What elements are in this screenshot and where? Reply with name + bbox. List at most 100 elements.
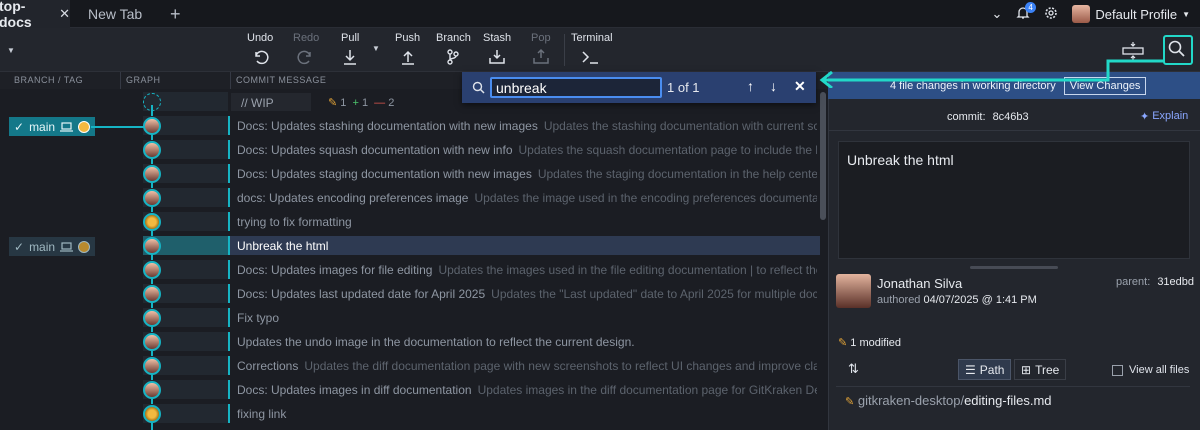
commit-message-header[interactable]: COMMIT MESSAGE (236, 75, 326, 85)
chevron-down-icon[interactable]: ⌄ (992, 6, 1003, 22)
graph-header[interactable]: GRAPH (126, 75, 161, 85)
commit-message-box[interactable]: Unbreak the html (838, 141, 1190, 259)
close-icon[interactable]: ✕ (59, 6, 70, 22)
commit-summary: Docs: Updates staging documentation with… (237, 167, 532, 181)
branch-connector (91, 126, 144, 128)
commit-node-avatar[interactable] (143, 333, 161, 351)
arrow-down-icon[interactable]: ↓ (770, 78, 777, 94)
undo-button[interactable]: Undo (247, 32, 273, 66)
commit-row[interactable]: Corrections Updates the diff documentatio… (0, 354, 820, 378)
commit-sha-line: commit: 8c46b3 (947, 111, 1029, 123)
commit-row[interactable]: Unbreak the html (0, 234, 820, 258)
laptop-icon (60, 241, 74, 252)
view-all-files[interactable]: View all files (1112, 364, 1189, 376)
column-divider[interactable] (230, 72, 231, 89)
commit-summary: Unbreak the html (237, 239, 329, 253)
check-icon: ✓ (14, 119, 25, 134)
commit-row[interactable]: trying to fix formatting (0, 210, 820, 234)
commit-row[interactable]: fixing link (0, 402, 820, 426)
commit-row[interactable]: Docs: Updates squash documentation with … (0, 138, 820, 162)
sparkle-icon: ✦ (1140, 111, 1150, 123)
branch-icon (447, 49, 460, 65)
tab-new-tab[interactable]: New Tab (88, 0, 142, 28)
branch-tag-main-remote[interactable]: ✓ main (9, 237, 96, 256)
gear-icon[interactable] (1044, 6, 1058, 23)
redo-button[interactable]: Redo (293, 32, 319, 66)
commit-summary: Docs: Updates squash documentation with … (237, 143, 513, 157)
add-tab-icon[interactable]: + (170, 0, 181, 28)
branch-tag-header[interactable]: BRANCH / TAG (14, 75, 83, 85)
caret-down-icon[interactable]: ▼ (7, 46, 15, 55)
commit-message: docs: Updates encoding preferences image… (237, 191, 817, 205)
remote-avatar-icon (78, 240, 91, 253)
terminal-button[interactable]: Terminal (571, 32, 613, 66)
bell-icon[interactable]: 4 (1016, 1, 1036, 23)
commit-summary: Corrections (237, 359, 299, 373)
close-icon[interactable]: ✕ (794, 78, 806, 95)
commit-node-avatar[interactable] (143, 261, 161, 279)
commit-row[interactable]: Updates the undo image in the documentat… (0, 330, 820, 354)
branch-tag-main[interactable]: ✓ main (9, 117, 96, 136)
commit-row[interactable]: Docs: Updates images for file editing Upd… (0, 258, 820, 282)
commit-row[interactable]: Docs: Updates images in diff documentati… (0, 378, 820, 402)
parent-label: parent: (1116, 276, 1151, 288)
resize-handle[interactable] (970, 266, 1058, 269)
commit-row[interactable]: Docs: Updates staging documentation with… (0, 162, 820, 186)
sort-icon[interactable]: ⇅ (848, 361, 859, 377)
modified-count: 1 modified (850, 337, 902, 349)
commit-row[interactable]: Docs: Updates last updated date for Apri… (0, 282, 820, 306)
commit-node-avatar[interactable] (143, 117, 161, 135)
commit-sha[interactable]: 8c46b3 (993, 111, 1029, 123)
profile-menu[interactable]: Default Profile ▼ (1072, 5, 1190, 23)
push-button[interactable]: Push (395, 32, 420, 66)
commit-row[interactable]: Fix typo (0, 306, 820, 330)
commit-node-avatar[interactable] (143, 285, 161, 303)
stash-button[interactable]: Stash (483, 32, 511, 66)
pencil-icon: ✎ (845, 396, 855, 408)
pop-button[interactable]: Pop (531, 32, 551, 66)
pull-button[interactable]: Pull (341, 32, 359, 66)
commit-node-avatar[interactable] (143, 165, 161, 183)
file-row[interactable]: ✎ gitkraken-desktop/editing-files.md (845, 393, 1052, 408)
branch-color-bar (228, 356, 230, 375)
graph-scrollbar[interactable] (820, 92, 826, 220)
commit-node-avatar[interactable] (143, 213, 161, 231)
commit-node-avatar[interactable] (143, 189, 161, 207)
commit-message: Docs: Updates last updated date for Apri… (237, 287, 817, 301)
tree-view-button[interactable]: ⊞ Tree (1014, 359, 1067, 380)
path-view-button[interactable]: ☰ Path (958, 359, 1012, 380)
branch-button[interactable]: Branch (436, 32, 471, 66)
arrow-up-icon[interactable]: ↑ (747, 78, 754, 94)
column-divider[interactable] (120, 72, 121, 89)
wip-added-count: 1 (361, 97, 369, 109)
redo-label: Redo (293, 32, 320, 44)
commit-row[interactable]: docs: Updates encoding preferences image… (0, 186, 820, 210)
commit-node-avatar[interactable] (143, 237, 161, 255)
pop-icon (533, 48, 549, 64)
commit-node-avatar[interactable] (143, 357, 161, 375)
tab-top-docs[interactable]: top-docs ✕ (0, 0, 70, 30)
caret-down-icon: ▼ (1182, 9, 1190, 19)
commit-node-avatar[interactable] (143, 141, 161, 159)
branch-color-bar (228, 116, 230, 135)
commit-node-avatar[interactable] (143, 381, 161, 399)
branch-name: main (29, 119, 56, 134)
search-input[interactable] (490, 77, 662, 98)
branch-color-bar (228, 404, 230, 423)
divider (836, 386, 1190, 387)
view-all-checkbox[interactable] (1112, 364, 1123, 376)
parent-sha[interactable]: 31edbd (1157, 276, 1194, 288)
author-name: Jonathan Silva (877, 276, 963, 291)
authored-line: authored 04/07/2025 @ 1:41 PM (877, 294, 1037, 306)
avatar (1072, 5, 1091, 23)
commit-node-avatar[interactable] (143, 405, 161, 423)
commit-label: commit: (947, 111, 986, 123)
commit-node-avatar[interactable] (143, 309, 161, 327)
branch-color-bar (228, 284, 230, 303)
pull-options-caret-icon[interactable]: ▼ (372, 44, 380, 53)
stash-icon (489, 50, 505, 64)
commit-body: Updates images in the diff documentation… (477, 383, 817, 397)
explain-button[interactable]: ✦ Explain (1140, 110, 1188, 123)
branch-name: main (29, 239, 56, 254)
wip-input[interactable]: // WIP (231, 93, 311, 111)
